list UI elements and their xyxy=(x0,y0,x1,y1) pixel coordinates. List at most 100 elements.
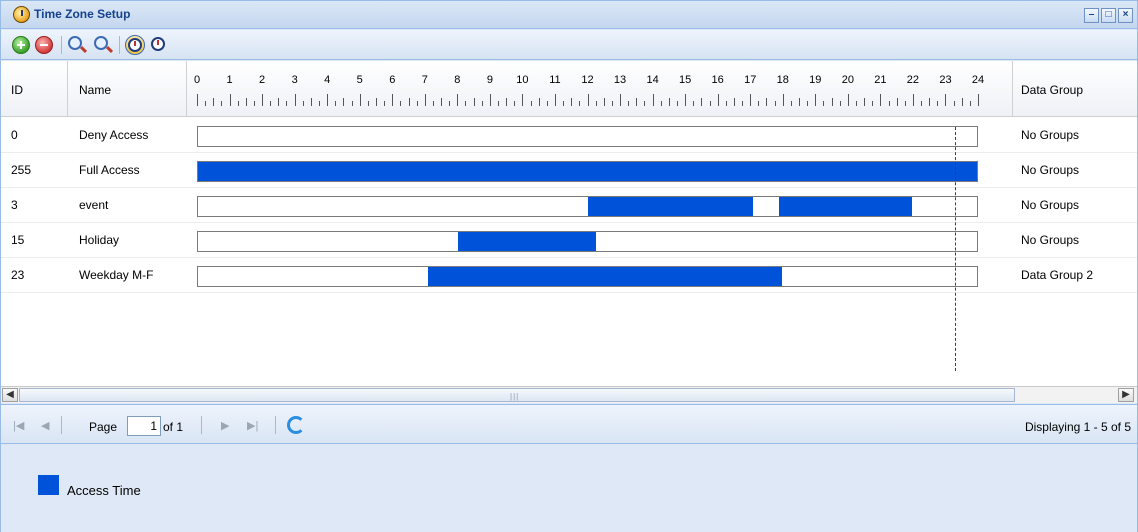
ruler-tick xyxy=(782,94,784,106)
hour-label: 15 xyxy=(679,74,692,86)
ruler-tick xyxy=(237,101,239,106)
ruler-tick xyxy=(790,101,792,106)
ruler-tick xyxy=(408,98,410,106)
ruler-tick xyxy=(880,94,882,106)
ruler-tick xyxy=(489,94,491,106)
maximize-button[interactable]: □ xyxy=(1101,8,1116,23)
scroll-right-icon[interactable]: ▶ xyxy=(1118,388,1134,402)
row-name: Weekday M-F xyxy=(79,268,154,282)
hour-label: 0 xyxy=(193,74,201,86)
scroll-thumb[interactable]: ||| xyxy=(19,388,1015,402)
close-button[interactable]: × xyxy=(1118,8,1133,23)
add-icon[interactable] xyxy=(12,36,30,54)
ruler-tick xyxy=(245,98,247,106)
clock-icon[interactable] xyxy=(125,35,145,55)
page-number-input[interactable] xyxy=(127,416,161,436)
ruler-tick xyxy=(774,101,776,106)
table-row[interactable]: 15 Holiday No Groups xyxy=(1,223,1137,258)
ruler-tick xyxy=(457,94,459,106)
hour-label: 24 xyxy=(971,74,985,86)
ruler-tick xyxy=(758,101,760,106)
minimize-button[interactable]: – xyxy=(1084,8,1099,23)
table-row[interactable]: 0 Deny Access No Groups xyxy=(1,118,1137,153)
refresh-icon[interactable] xyxy=(287,416,305,434)
pager-separator xyxy=(61,416,62,434)
toolbar xyxy=(1,30,1137,60)
row-name: event xyxy=(79,198,109,212)
ruler-tick xyxy=(831,98,833,106)
ruler-tick xyxy=(717,94,719,106)
hour-label: 14 xyxy=(646,74,659,86)
time-bar[interactable] xyxy=(197,266,978,287)
next-page-icon[interactable]: ▶ xyxy=(221,419,229,432)
ruler-tick xyxy=(969,101,971,106)
ruler-tick xyxy=(823,101,825,106)
access-time-segment xyxy=(779,197,913,216)
ruler-tick xyxy=(685,94,687,106)
ruler-tick xyxy=(506,98,508,106)
ruler-tick xyxy=(644,101,646,106)
ruler-tick xyxy=(571,98,573,106)
hour-label: 7 xyxy=(421,74,428,86)
ruler-tick xyxy=(912,94,914,106)
hour-label: 19 xyxy=(809,74,822,86)
ruler-tick xyxy=(319,101,321,106)
table-row[interactable]: 255 Full Access No Groups xyxy=(1,153,1137,188)
ruler-tick xyxy=(563,101,565,106)
table-row[interactable]: 23 Weekday M-F Data Group 2 xyxy=(1,258,1137,293)
ruler-tick xyxy=(554,94,556,106)
ruler-tick xyxy=(636,98,638,106)
row-id: 255 xyxy=(11,163,32,177)
time-zone-grid: ID Name 0 1 2 3 4 5 6 7 8 9 10 11 12 13 14 15 16 17 18 19 20… xyxy=(1,61,1137,386)
row-data-group: No Groups xyxy=(1021,128,1080,142)
ruler-tick xyxy=(449,101,451,106)
hour-label: 22 xyxy=(906,74,920,86)
time-bar[interactable] xyxy=(197,231,978,252)
ruler-tick xyxy=(611,101,613,106)
header-name[interactable]: Name xyxy=(68,61,187,117)
hour-label: 17 xyxy=(744,74,757,86)
zoom-out-icon[interactable] xyxy=(93,35,114,55)
hour-label: 9 xyxy=(486,74,493,86)
ruler-tick xyxy=(546,101,548,106)
last-page-icon[interactable]: ▶| xyxy=(247,419,258,432)
zoom-in-icon[interactable] xyxy=(67,35,88,55)
access-time-segment xyxy=(457,232,596,251)
ruler-tick xyxy=(359,94,361,106)
first-page-icon[interactable]: |◀ xyxy=(13,419,24,432)
hour-label: 21 xyxy=(874,74,887,86)
page-of-label: of 1 xyxy=(163,420,184,434)
header-data-group[interactable]: Data Group xyxy=(1013,61,1137,117)
legend-panel: Access Time xyxy=(1,445,1137,532)
ruler-tick xyxy=(750,94,752,106)
ruler-tick xyxy=(668,98,670,106)
time-bar[interactable] xyxy=(197,161,978,182)
table-row[interactable]: 3 event No Groups xyxy=(1,188,1137,223)
horizontal-scrollbar[interactable]: ◀ ||| ▶ xyxy=(1,386,1137,403)
ruler-tick xyxy=(270,101,272,106)
ruler-tick xyxy=(799,98,801,106)
clock-settings-icon[interactable] xyxy=(149,35,169,55)
ruler-tick xyxy=(473,98,475,106)
ruler-tick xyxy=(904,101,906,106)
ruler-tick xyxy=(514,101,516,106)
ruler-tick xyxy=(262,94,264,106)
toolbar-separator xyxy=(119,36,120,54)
pager-separator xyxy=(201,416,202,434)
header-id[interactable]: ID xyxy=(1,61,68,117)
delete-icon[interactable] xyxy=(35,36,53,54)
legend-label: Access Time xyxy=(67,483,141,498)
scroll-left-icon[interactable]: ◀ xyxy=(2,388,18,402)
toolbar-separator xyxy=(61,36,62,54)
time-bar[interactable] xyxy=(197,196,978,217)
ruler-tick xyxy=(205,101,207,106)
ruler-tick xyxy=(253,101,255,106)
time-bar[interactable] xyxy=(197,126,978,147)
ruler-tick xyxy=(921,101,923,106)
ruler-tick xyxy=(888,101,890,106)
row-name: Holiday xyxy=(79,233,120,247)
paging-toolbar: |◀ ◀ Page of 1 ▶ ▶| Displaying 1 - 5 of … xyxy=(1,404,1137,444)
ruler-tick xyxy=(221,101,223,106)
ruler-tick xyxy=(400,101,402,106)
previous-page-icon[interactable]: ◀ xyxy=(41,419,49,432)
